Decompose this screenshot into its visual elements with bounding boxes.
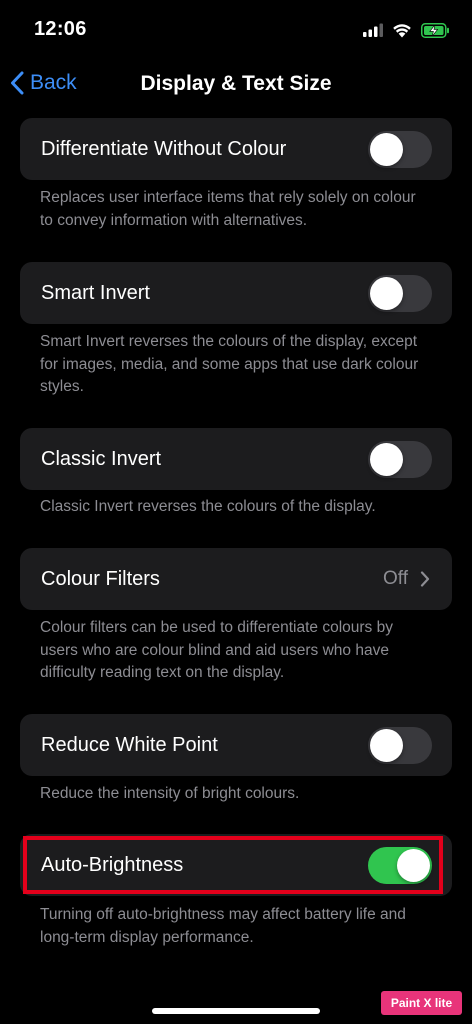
setting-row-reduce-white-point[interactable]: Reduce White Point	[20, 714, 452, 776]
classic-invert-toggle[interactable]	[368, 441, 432, 478]
toggle-knob	[370, 443, 403, 476]
setting-footer: Smart Invert reverses the colours of the…	[40, 333, 419, 395]
differentiate-without-colour-toggle[interactable]	[368, 131, 432, 168]
wifi-icon	[393, 23, 411, 37]
toggle-knob	[397, 849, 430, 882]
setting-label: Colour Filters	[41, 568, 160, 590]
setting-label: Smart Invert	[41, 282, 150, 304]
colour-filters-value: Off	[383, 568, 408, 589]
setting-label: Reduce White Point	[41, 734, 218, 756]
home-indicator	[152, 1008, 320, 1014]
watermark-logo: Paint X lite	[381, 991, 462, 1015]
auto-brightness-toggle[interactable]	[368, 847, 432, 884]
setting-footer: Reduce the intensity of bright colours.	[40, 785, 300, 802]
setting-row-differentiate-without-colour[interactable]: Differentiate Without Colour	[20, 118, 452, 180]
setting-footer: Colour filters can be used to differenti…	[40, 619, 393, 681]
battery-charging-icon	[421, 22, 449, 38]
toggle-knob	[370, 277, 403, 310]
setting-footer: Replaces user interface items that rely …	[40, 189, 416, 229]
setting-footer: Classic Invert reverses the colours of t…	[40, 498, 376, 515]
setting-label: Auto-Brightness	[41, 854, 184, 876]
setting-label: Differentiate Without Colour	[41, 138, 287, 160]
setting-row-auto-brightness[interactable]: Auto-Brightness	[20, 834, 452, 896]
smart-invert-toggle[interactable]	[368, 275, 432, 312]
reduce-white-point-toggle[interactable]	[368, 727, 432, 764]
setting-row-smart-invert[interactable]: Smart Invert	[20, 262, 452, 324]
setting-footer: Turning off auto-brightness may affect b…	[40, 906, 406, 946]
setting-row-colour-filters[interactable]: Colour Filters Off	[20, 548, 452, 610]
status-bar: 12:06	[0, 0, 472, 58]
cellular-signal-icon	[363, 23, 383, 37]
nav-bar: Back Display & Text Size	[0, 58, 472, 110]
setting-label: Classic Invert	[41, 448, 162, 470]
toggle-knob	[370, 729, 403, 762]
setting-row-classic-invert[interactable]: Classic Invert	[20, 428, 452, 490]
status-time: 12:06	[34, 18, 87, 40]
toggle-knob	[370, 133, 403, 166]
status-icons	[363, 20, 450, 40]
chevron-right-icon	[420, 571, 430, 587]
page-title: Display & Text Size	[140, 72, 332, 95]
